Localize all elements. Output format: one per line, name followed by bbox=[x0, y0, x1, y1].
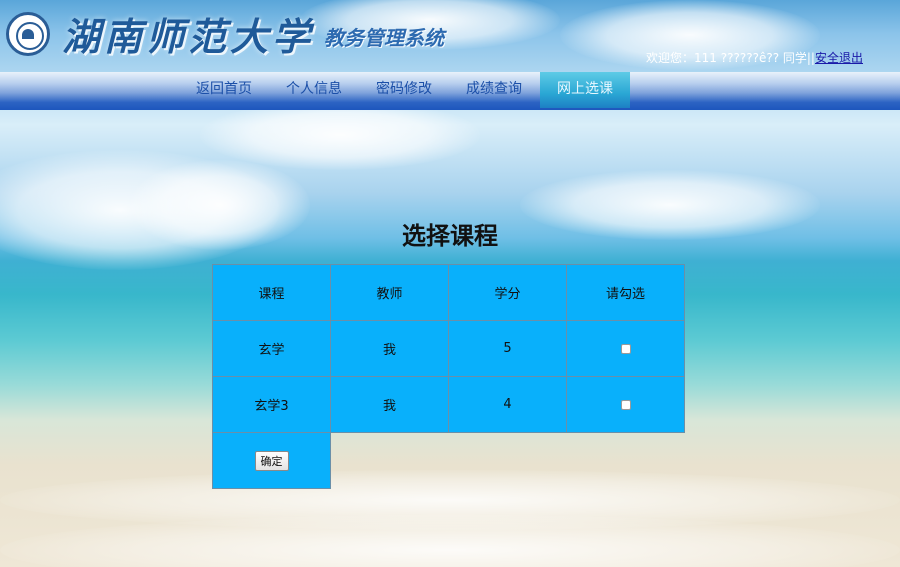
course-name: 玄学3 bbox=[212, 376, 331, 433]
empty-cell bbox=[567, 433, 685, 489]
background-wave bbox=[0, 515, 900, 567]
header-credit: 学分 bbox=[448, 264, 567, 321]
logout-link[interactable]: 安全退出 bbox=[815, 51, 863, 65]
course-credit: 5 bbox=[448, 320, 567, 377]
header-teacher: 教师 bbox=[330, 264, 449, 321]
table-row: 玄学 我 5 bbox=[212, 320, 685, 377]
course-table: 课程 教师 学分 请勾选 玄学 我 5 玄学3 我 4 确定 bbox=[212, 264, 685, 489]
university-seal-logo bbox=[6, 12, 50, 56]
system-name: 教务管理系统 bbox=[324, 26, 444, 50]
empty-cell bbox=[449, 433, 567, 489]
header-course: 课程 bbox=[212, 264, 331, 321]
course-teacher: 我 bbox=[330, 320, 449, 377]
table-header-row: 课程 教师 学分 请勾选 bbox=[212, 264, 685, 321]
course-select-checkbox[interactable] bbox=[620, 399, 631, 410]
table-row: 玄学3 我 4 bbox=[212, 376, 685, 433]
page-title: 选择课程 bbox=[402, 221, 498, 250]
university-name: 湖南师范大学 bbox=[62, 14, 315, 59]
main-nav: 返回首页 个人信息 密码修改 成绩查询 网上选课 bbox=[0, 72, 900, 110]
nav-change-password[interactable]: 密码修改 bbox=[366, 72, 442, 108]
confirm-cell: 确定 bbox=[212, 432, 331, 489]
confirm-button[interactable]: 确定 bbox=[254, 450, 289, 471]
nav-course-selection[interactable]: 网上选课 bbox=[540, 72, 630, 108]
nav-home[interactable]: 返回首页 bbox=[186, 72, 262, 108]
site-header: 湖南师范大学 教务管理系统 欢迎您：111 ??????ê?? 同学||安全退出 bbox=[0, 0, 900, 72]
background-cloud bbox=[200, 100, 480, 170]
empty-cell bbox=[331, 433, 449, 489]
welcome-message: 欢迎您：111 ??????ê?? 同学||安全退出 bbox=[646, 49, 863, 66]
header-select: 请勾选 bbox=[566, 264, 685, 321]
select-cell bbox=[566, 376, 685, 433]
course-credit: 4 bbox=[448, 376, 567, 433]
nav-personal-info[interactable]: 个人信息 bbox=[276, 72, 352, 108]
table-footer-row: 确定 bbox=[212, 432, 685, 489]
nav-grade-query[interactable]: 成绩查询 bbox=[456, 72, 532, 108]
course-teacher: 我 bbox=[330, 376, 449, 433]
welcome-text: 欢迎您：111 ??????ê?? 同学|| bbox=[646, 51, 815, 65]
course-select-checkbox[interactable] bbox=[620, 343, 631, 354]
course-name: 玄学 bbox=[212, 320, 331, 377]
select-cell bbox=[566, 320, 685, 377]
